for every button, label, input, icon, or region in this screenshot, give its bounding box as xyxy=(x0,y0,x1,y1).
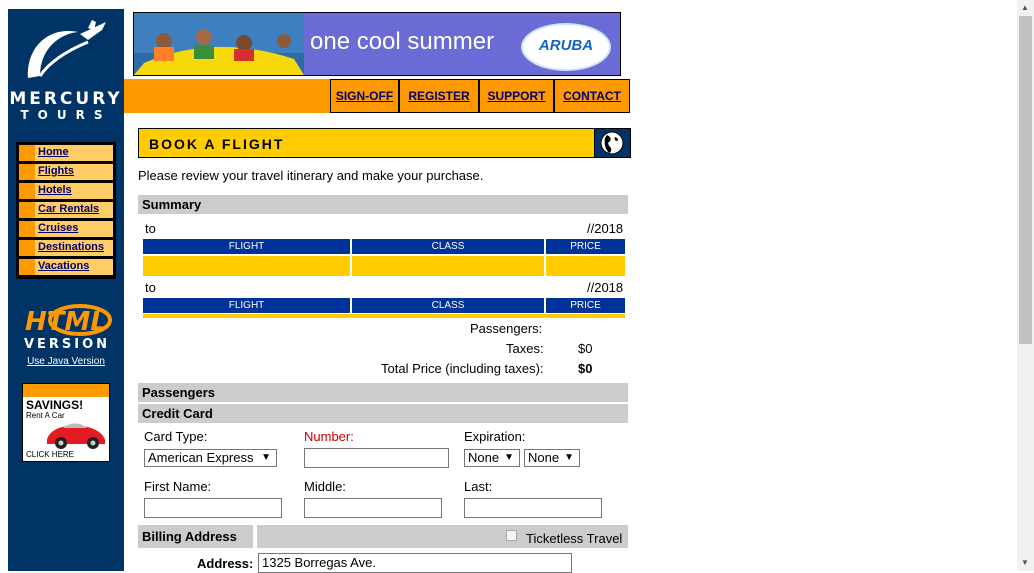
depart-route: to xyxy=(145,221,156,236)
mercury-logo-icon xyxy=(27,20,106,78)
billing-address-header: Billing Address xyxy=(138,525,253,548)
passengers-label: Passengers: xyxy=(470,321,543,336)
chevron-down-icon: ▼ xyxy=(261,452,271,463)
address-input[interactable]: 1325 Borregas Ave. xyxy=(258,553,572,573)
nav-link[interactable]: Flights xyxy=(38,165,74,177)
scrollbar-thumb[interactable] xyxy=(1019,16,1032,344)
middle-name-label: Middle: xyxy=(304,479,346,494)
depart-col-price: PRICE xyxy=(546,239,625,254)
credit-card-header: Credit Card xyxy=(138,404,628,423)
card-number-label: Number: xyxy=(304,429,354,444)
nav-item-cruises[interactable]: Cruises xyxy=(19,221,113,237)
brand-word-mercury: MERCURY xyxy=(9,89,123,109)
first-name-input[interactable] xyxy=(144,498,282,518)
sign-off-link[interactable]: SIGN-OFF xyxy=(330,79,399,113)
depart-price-cell xyxy=(546,256,625,276)
depart-col-class: CLASS xyxy=(352,239,544,254)
exp-month-select[interactable]: None ▼ xyxy=(464,449,520,467)
middle-name-input[interactable] xyxy=(304,498,442,518)
nav-item-vacations[interactable]: Vacations xyxy=(19,259,113,275)
promo-banner[interactable]: one cool summer ARUBA xyxy=(133,12,621,76)
side-nav: Home Flights Hotels Car Rentals Cruises … xyxy=(16,142,116,279)
sign-off-link-text[interactable]: SIGN-OFF xyxy=(331,80,398,112)
header-orange-bar xyxy=(124,79,330,113)
ticketless-label: Ticketless Travel xyxy=(526,531,623,546)
total-price-value: $0 xyxy=(578,361,593,376)
exp-month-value: None xyxy=(468,450,500,465)
html-version-badge-icon: HTML VERSION xyxy=(24,304,112,352)
register-link-text[interactable]: REGISTER xyxy=(400,80,478,112)
card-number-input[interactable] xyxy=(304,448,449,468)
card-type-value: American Express xyxy=(148,450,254,465)
nav-link[interactable]: Home xyxy=(38,146,69,158)
banner-photo-icon xyxy=(134,13,304,75)
return-route: to xyxy=(145,280,156,295)
use-java-version-link[interactable]: Use Java Version xyxy=(8,356,124,367)
return-date: //2018 xyxy=(587,280,624,295)
nav-link[interactable]: Vacations xyxy=(38,260,89,272)
address-label: Address: xyxy=(197,556,254,571)
brand-word-tours: TOURS xyxy=(20,108,112,122)
aruba-logo-text: ARUBA xyxy=(538,37,594,54)
last-name-label: Last: xyxy=(464,479,493,494)
badge-line2: VERSION xyxy=(24,337,110,352)
expiration-label: Expiration: xyxy=(464,429,526,444)
credit-card-header-text: Credit Card xyxy=(142,406,213,421)
depart-col-flight: FLIGHT xyxy=(143,239,350,254)
summary-header-text: Summary xyxy=(142,197,202,212)
page-title: BOOK A FLIGHT xyxy=(149,136,285,152)
return-row-divider xyxy=(143,314,625,318)
nav-item-car-rentals[interactable]: Car Rentals xyxy=(19,202,113,218)
rent-a-car-ad[interactable]: SAVINGS! Rent A Car CLICK HERE xyxy=(22,383,110,462)
register-link[interactable]: REGISTER xyxy=(399,79,479,113)
ad-click-here: CLICK HERE xyxy=(26,450,75,459)
chevron-down-icon: ▼ xyxy=(504,452,514,463)
contact-link-text[interactable]: CONTACT xyxy=(555,80,629,112)
exp-year-value: None xyxy=(528,450,560,465)
support-link-text[interactable]: SUPPORT xyxy=(480,80,553,112)
depart-class-cell xyxy=(352,256,544,276)
ticketless-checkbox[interactable] xyxy=(506,530,517,541)
total-price-label: Total Price (including taxes): xyxy=(381,361,544,376)
scroll-up-icon[interactable]: ▲ xyxy=(1021,3,1029,12)
return-col-flight: FLIGHT xyxy=(143,298,350,313)
chevron-down-icon: ▼ xyxy=(564,452,574,463)
nav-link[interactable]: Hotels xyxy=(38,184,72,196)
depart-flight-cell xyxy=(143,256,350,276)
taxes-value: $0 xyxy=(578,341,593,356)
nav-link[interactable]: Destinations xyxy=(38,241,104,253)
first-name-label: First Name: xyxy=(144,479,212,494)
return-col-class: CLASS xyxy=(352,298,544,313)
nav-item-home[interactable]: Home xyxy=(19,145,113,161)
return-col-price: PRICE xyxy=(546,298,625,313)
badge-line1: HTML xyxy=(25,307,107,337)
ad-title: SAVINGS! xyxy=(26,398,84,412)
card-type-select[interactable]: American Express ▼ xyxy=(144,449,277,467)
nav-link[interactable]: Cruises xyxy=(38,222,78,234)
banner-headline: one cool summer xyxy=(310,28,495,55)
page-title-bar: BOOK A FLIGHT xyxy=(138,128,596,158)
nav-item-flights[interactable]: Flights xyxy=(19,164,113,180)
passengers-header: Passengers xyxy=(138,383,628,402)
depart-date: //2018 xyxy=(587,221,624,236)
taxes-label: Taxes: xyxy=(506,341,544,356)
exp-year-select[interactable]: None ▼ xyxy=(524,449,580,467)
aruba-logo: ARUBA xyxy=(521,23,611,71)
nav-item-destinations[interactable]: Destinations xyxy=(19,240,113,256)
billing-address-header-text: Billing Address xyxy=(142,529,237,544)
red-car-icon xyxy=(47,423,105,449)
globe-box xyxy=(594,128,631,158)
nav-link[interactable]: Car Rentals xyxy=(38,203,99,215)
globe-icon xyxy=(600,131,624,155)
nav-item-hotels[interactable]: Hotels xyxy=(19,183,113,199)
scroll-down-icon[interactable]: ▼ xyxy=(1021,558,1029,567)
support-link[interactable]: SUPPORT xyxy=(479,79,554,113)
passengers-header-text: Passengers xyxy=(142,385,215,400)
intro-text: Please review your travel itinerary and … xyxy=(138,168,484,183)
summary-header: Summary xyxy=(138,195,628,214)
card-type-label: Card Type: xyxy=(144,429,208,444)
contact-link[interactable]: CONTACT xyxy=(554,79,630,113)
last-name-input[interactable] xyxy=(464,498,602,518)
